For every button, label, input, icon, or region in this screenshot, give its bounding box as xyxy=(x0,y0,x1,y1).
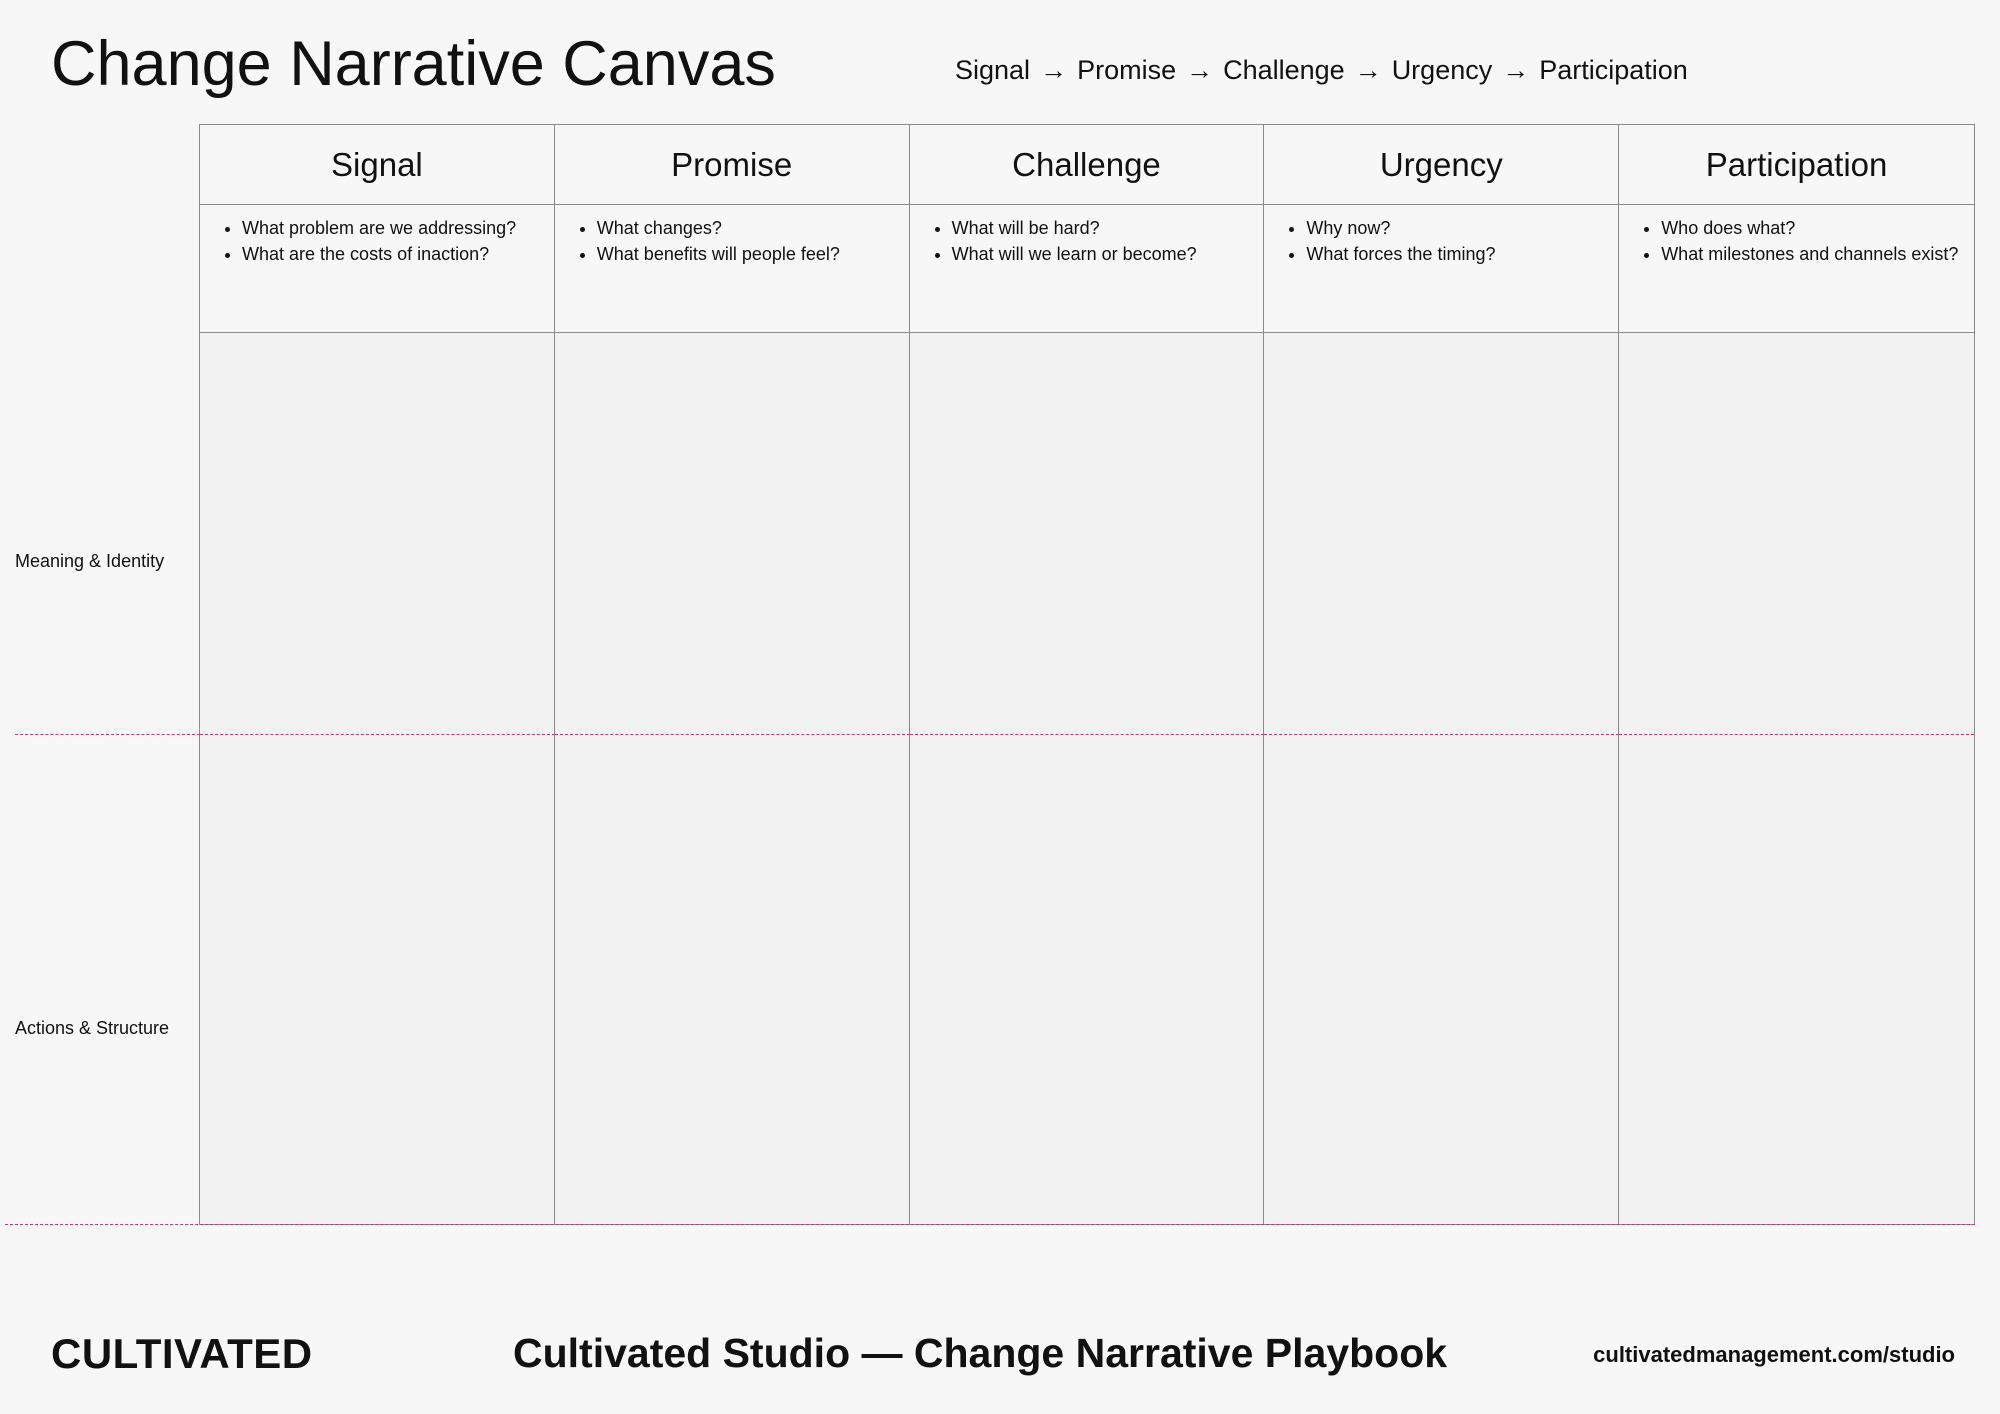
prompt-item: Why now? xyxy=(1306,215,1606,241)
row-label-meaning: Meaning & Identity xyxy=(15,551,165,571)
page-title: Change Narrative Canvas xyxy=(51,29,776,99)
column-header-urgency: Urgency xyxy=(1264,125,1620,205)
arrow-right-icon: → xyxy=(1502,55,1530,85)
canvas-cell-actions-signal[interactable] xyxy=(200,735,555,1224)
column-header-promise: Promise xyxy=(554,125,910,205)
canvas-grid: Signal Promise Challenge Urgency Partici… xyxy=(199,124,1975,1225)
arrow-right-icon: → xyxy=(1186,55,1214,85)
prompt-item: What milestones and channels exist? xyxy=(1661,241,1962,267)
prompts-participation: Who does what? What milestones and chann… xyxy=(1619,205,1974,333)
prompt-item: What are the costs of inaction? xyxy=(242,241,542,267)
narrative-flow: Signal → Promise → Challenge → Urgency →… xyxy=(955,52,1688,88)
canvas-cell-meaning-signal[interactable] xyxy=(200,333,555,735)
row-divider xyxy=(5,1224,1975,1225)
prompt-item: What changes? xyxy=(597,215,897,241)
arrow-right-icon: → xyxy=(1354,55,1382,85)
flow-step: Challenge xyxy=(1223,55,1345,85)
flow-step: Signal xyxy=(955,55,1031,85)
canvas-cell-actions-participation[interactable] xyxy=(1619,735,1974,1224)
prompt-item: What benefits will people feel? xyxy=(597,241,897,267)
footer-url[interactable]: cultivatedmanagement.com/studio xyxy=(1593,1342,1955,1368)
canvas-cell-meaning-participation[interactable] xyxy=(1619,333,1974,735)
prompts-signal: What problem are we addressing? What are… xyxy=(200,205,555,333)
prompt-item: What will be hard? xyxy=(952,215,1252,241)
brand-logo: CULTIVATED xyxy=(51,1330,313,1377)
prompt-item: What forces the timing? xyxy=(1306,241,1606,267)
prompt-item: Who does what? xyxy=(1661,215,1962,241)
arrow-right-icon: → xyxy=(1040,55,1068,85)
prompts-challenge: What will be hard? What will we learn or… xyxy=(909,205,1265,333)
column-header-challenge: Challenge xyxy=(909,125,1265,205)
canvas-cell-actions-challenge[interactable] xyxy=(909,735,1265,1224)
prompt-item: What will we learn or become? xyxy=(952,241,1252,267)
canvas-cell-meaning-promise[interactable] xyxy=(554,333,910,735)
row-divider xyxy=(15,734,200,735)
column-header-participation: Participation xyxy=(1619,125,1974,205)
canvas-cell-actions-urgency[interactable] xyxy=(1264,735,1620,1224)
prompt-item: What problem are we addressing? xyxy=(242,215,542,241)
canvas-cell-meaning-challenge[interactable] xyxy=(909,333,1265,735)
footer-title: Cultivated Studio — Change Narrative Pla… xyxy=(513,1330,1448,1376)
canvas-cell-meaning-urgency[interactable] xyxy=(1264,333,1620,735)
flow-step: Urgency xyxy=(1391,55,1493,85)
prompts-promise: What changes? What benefits will people … xyxy=(554,205,910,333)
row-label-actions: Actions & Structure xyxy=(15,1018,170,1038)
flow-step: Promise xyxy=(1077,55,1177,85)
column-header-signal: Signal xyxy=(200,125,555,205)
canvas-cell-actions-promise[interactable] xyxy=(554,735,910,1224)
flow-step: Participation xyxy=(1539,55,1688,85)
prompts-urgency: Why now? What forces the timing? xyxy=(1264,205,1620,333)
